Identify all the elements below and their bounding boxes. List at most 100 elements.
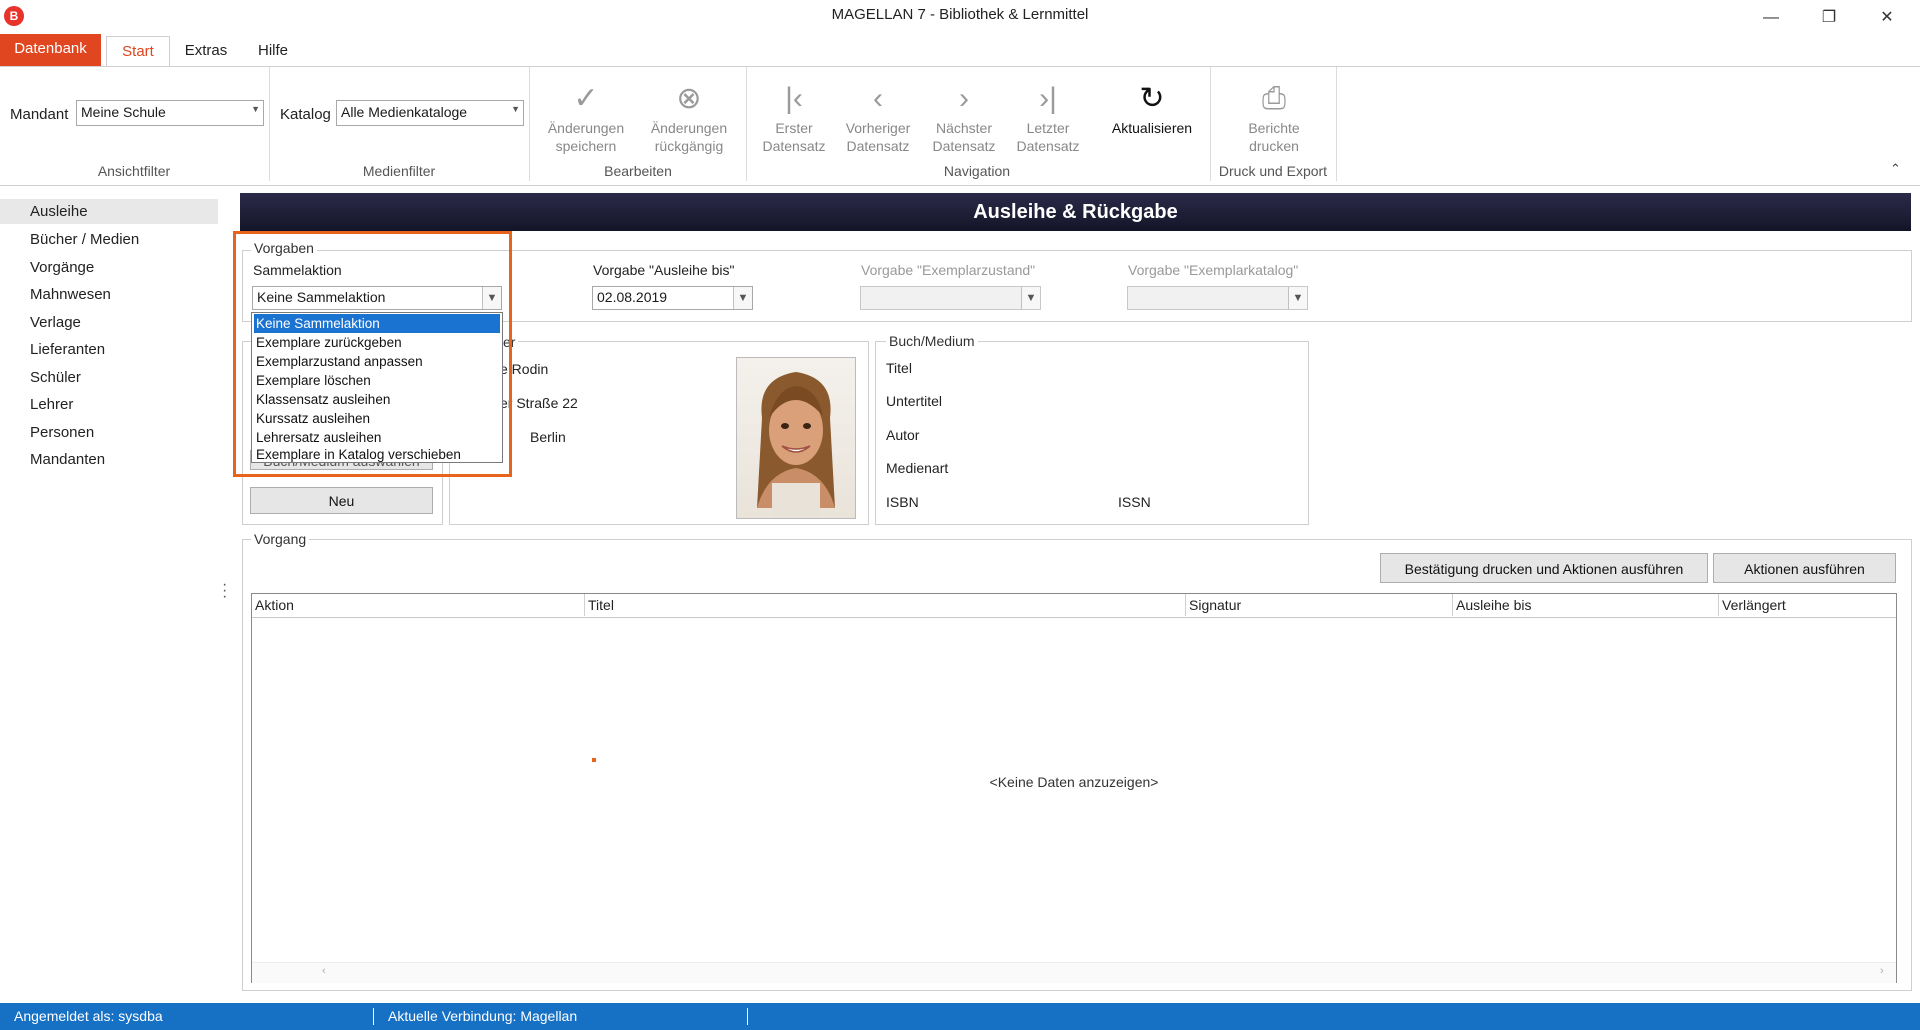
column-header-titel[interactable]: Titel — [585, 594, 1186, 616]
refresh-button[interactable]: ↻ Aktualisieren — [1100, 79, 1204, 137]
next-record-label: Nächster — [935, 120, 993, 136]
chevron-down-icon: ▼ — [1288, 287, 1307, 309]
nav-item-personen[interactable]: Personen — [30, 420, 94, 446]
mandant-select[interactable]: Meine Schule ▼ — [76, 100, 264, 126]
buch-medium-group — [875, 341, 1309, 525]
minimize-button[interactable]: — — [1748, 4, 1794, 32]
person-photo-image — [757, 372, 835, 518]
zustand-select[interactable]: ▼ — [860, 286, 1041, 310]
execute-actions-button[interactable]: Aktionen ausführen — [1713, 553, 1896, 583]
status-separator — [747, 1008, 748, 1025]
column-header-verlaengert[interactable]: Verlängert — [1719, 594, 1896, 616]
ausleihe-bis-datepicker[interactable]: 02.08.2019 ▼ — [592, 286, 753, 310]
window-title: MAGELLAN 7 - Bibliothek & Lernmittel — [831, 6, 1089, 23]
nav-item-schueler[interactable]: Schüler — [30, 365, 81, 391]
next-record-button[interactable]: › Nächster Datensatz — [924, 79, 1004, 155]
mandant-value: Meine Schule — [81, 104, 166, 120]
tab-datenbank[interactable]: Datenbank — [0, 34, 101, 66]
first-record-label: Erster — [775, 120, 813, 136]
splitter-grip-icon[interactable]: · · · — [222, 577, 227, 605]
issn-label: ISSN — [1118, 494, 1151, 510]
ribbon: Mandant Meine Schule ▼ Ansichtfilter Kat… — [0, 66, 1920, 186]
group-separator — [1336, 67, 1337, 181]
last-record-button[interactable]: ›| Letzter Datensatz — [1008, 79, 1088, 155]
column-header-ausleihe-bis[interactable]: Ausleihe bis — [1453, 594, 1719, 616]
first-record-icon: |‹ — [785, 82, 803, 115]
status-bar: Angemeldet als: sysdba Aktuelle Verbindu… — [0, 1003, 1920, 1030]
nav-item-lehrer[interactable]: Lehrer — [30, 392, 73, 418]
last-record-label-2: Datensatz — [1016, 138, 1080, 154]
check-circle-icon: ✓ — [573, 82, 599, 115]
nav-item-lieferanten[interactable]: Lieferanten — [30, 337, 105, 363]
exemplarkatalog-select[interactable]: ▼ — [1127, 286, 1308, 310]
scroll-left-icon[interactable]: ‹ — [322, 965, 326, 977]
status-connection: Aktuelle Verbindung: Magellan — [388, 1008, 578, 1024]
tab-start[interactable]: Start — [106, 36, 170, 68]
zustand-label: Vorgabe "Exemplarzustand" — [861, 262, 1036, 278]
nav-item-buecher-medien[interactable]: Bücher / Medien — [30, 227, 139, 253]
mandant-label: Mandant — [10, 106, 69, 123]
ausleihe-bis-value: 02.08.2019 — [597, 289, 668, 305]
column-header-signatur[interactable]: Signatur — [1186, 594, 1453, 616]
group-label-medienfilter: Medienfilter — [362, 163, 436, 179]
group-label-navigation: Navigation — [943, 163, 1011, 179]
confirm-print-execute-button[interactable]: Bestätigung drucken und Aktionen ausführ… — [1380, 553, 1708, 583]
last-record-label: Letzter — [1026, 120, 1070, 136]
group-label-bearbeiten: Bearbeiten — [604, 163, 672, 179]
prev-record-label: Vorheriger — [845, 120, 911, 136]
x-circle-icon: ⊗ — [676, 82, 702, 115]
restore-button[interactable]: ❐ — [1806, 4, 1852, 32]
horizontal-scrollbar[interactable]: ‹ › — [252, 962, 1896, 983]
group-label-ansichtfilter: Ansichtfilter — [97, 163, 171, 179]
printer-icon: ⎙ — [1262, 82, 1286, 115]
medienart-label: Medienart — [886, 460, 949, 476]
exemplarkatalog-label: Vorgabe "Exemplarkatalog" — [1128, 262, 1299, 278]
highlight-box — [233, 231, 512, 477]
chevron-up-icon[interactable]: ⌃ — [1890, 161, 1901, 177]
untertitel-label: Untertitel — [886, 393, 943, 409]
autor-label: Autor — [886, 427, 920, 443]
close-button[interactable]: ✕ — [1864, 4, 1910, 32]
undo-changes-label-2: rückgängig — [654, 138, 724, 154]
prev-record-button[interactable]: ‹ Vorheriger Datensatz — [836, 79, 920, 155]
buch-medium-title: Buch/Medium — [886, 333, 978, 349]
group-label-druck: Druck und Export — [1218, 163, 1328, 179]
first-record-label-2: Datensatz — [762, 138, 826, 154]
katalog-value: Alle Medienkataloge — [341, 104, 468, 120]
save-changes-button[interactable]: ✓ Änderungen speichern — [540, 79, 632, 155]
titel-label: Titel — [886, 360, 912, 376]
refresh-icon: ↻ — [1139, 82, 1165, 115]
undo-changes-button[interactable]: ⊗ Änderungen rückgängig — [642, 79, 736, 155]
nav-item-vorgaenge[interactable]: Vorgänge — [30, 255, 94, 281]
nav-item-verlage[interactable]: Verlage — [30, 310, 81, 336]
refresh-label: Aktualisieren — [1111, 120, 1193, 136]
katalog-label: Katalog — [280, 106, 331, 123]
new-button[interactable]: Neu — [250, 487, 433, 514]
katalog-select[interactable]: Alle Medienkataloge ▼ — [336, 100, 524, 126]
isbn-label: ISBN — [886, 494, 919, 510]
nav-item-mahnwesen[interactable]: Mahnwesen — [30, 282, 111, 308]
next-record-icon: › — [959, 82, 969, 115]
print-reports-button[interactable]: ⎙ Berichte drucken — [1222, 79, 1326, 155]
chevron-down-icon: ▼ — [251, 104, 260, 114]
prev-record-icon: ‹ — [873, 82, 883, 115]
prev-record-label-2: Datensatz — [846, 138, 910, 154]
vorgang-table[interactable]: Aktion Titel Signatur Ausleihe bis Verlä… — [251, 593, 1897, 983]
table-header: Aktion Titel Signatur Ausleihe bis Verlä… — [252, 594, 1896, 618]
next-record-label-2: Datensatz — [932, 138, 996, 154]
print-reports-label-2: drucken — [1249, 138, 1299, 154]
scroll-right-icon[interactable]: › — [1880, 965, 1884, 977]
tab-hilfe[interactable]: Hilfe — [244, 36, 302, 66]
nav-item-ausleihe[interactable]: Ausleihe — [30, 199, 88, 225]
cursor-marker — [592, 758, 596, 762]
page-title: Ausleihe & Rückgabe — [240, 193, 1911, 231]
save-changes-label-2: speichern — [555, 138, 617, 154]
status-user: Angemeldet als: sysdba — [14, 1008, 163, 1024]
print-reports-label: Berichte — [1248, 120, 1300, 136]
nav-item-mandanten[interactable]: Mandanten — [30, 447, 105, 473]
column-header-aktion[interactable]: Aktion — [252, 594, 585, 616]
chevron-down-icon[interactable]: ▼ — [733, 287, 752, 309]
tab-extras[interactable]: Extras — [178, 36, 234, 66]
person-photo — [736, 357, 856, 519]
first-record-button[interactable]: |‹ Erster Datensatz — [756, 79, 832, 155]
